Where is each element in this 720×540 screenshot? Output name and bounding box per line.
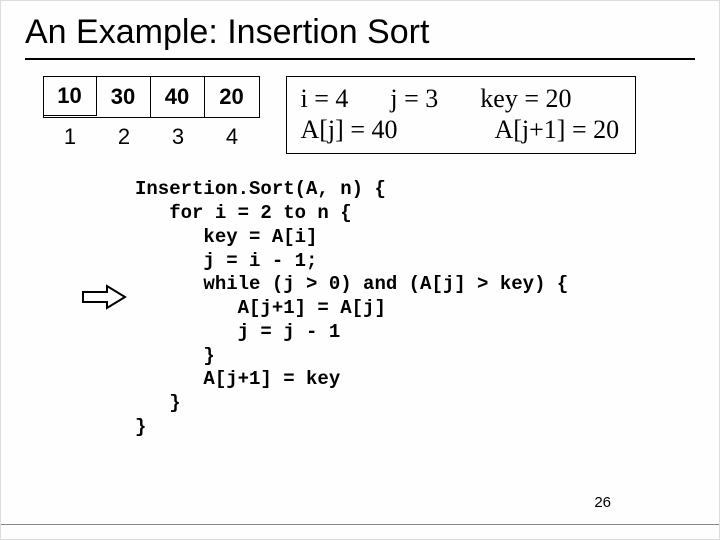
- code-line: j = j - 1: [135, 321, 340, 343]
- code-line: }: [135, 416, 146, 438]
- array-cell: 20: [205, 77, 259, 117]
- array-cell: 30: [97, 77, 151, 117]
- state-ajp1: A[j+1] = 20: [494, 114, 619, 145]
- code-line: A[j+1] = key: [135, 368, 340, 390]
- array-index: 4: [205, 124, 259, 150]
- code-line: }: [135, 392, 181, 414]
- code-line: for i = 2 to n {: [135, 202, 352, 224]
- state-box: i = 4 j = 3 key = 20 A[j] = 40 x A[j+1] …: [286, 76, 636, 154]
- code-line: }: [135, 345, 215, 367]
- arrow-right-icon: [81, 284, 127, 310]
- code-block: Insertion.Sort(A, n) { for i = 2 to n { …: [135, 178, 568, 439]
- code-line: while (j > 0) and (A[j] > key) {: [135, 273, 568, 295]
- code-line: A[j+1] = A[j]: [135, 297, 386, 319]
- page-number: 26: [594, 494, 611, 511]
- code-line: Insertion.Sort(A, n) {: [135, 178, 386, 200]
- array-cell: 10: [43, 76, 97, 116]
- array-indices: 1 2 3 4: [43, 124, 260, 150]
- state-i: i = 4: [301, 83, 349, 114]
- title-underline: [25, 58, 695, 60]
- code-line: j = i - 1;: [135, 250, 317, 272]
- code-line: key = A[i]: [135, 226, 317, 248]
- array-index: 2: [97, 124, 151, 150]
- state-j: j = 3: [390, 83, 438, 114]
- array-cell: 40: [151, 77, 205, 117]
- array-index: 1: [43, 124, 97, 150]
- footer-divider: [1, 524, 719, 525]
- slide-title: An Example: Insertion Sort: [25, 13, 695, 52]
- state-key: key = 20: [480, 83, 571, 114]
- state-aj: A[j] = 40: [301, 114, 398, 145]
- array-index: 3: [151, 124, 205, 150]
- array-cells: 10 30 40 20: [43, 76, 260, 118]
- array-block: 10 30 40 20 1 2 3 4: [43, 76, 260, 150]
